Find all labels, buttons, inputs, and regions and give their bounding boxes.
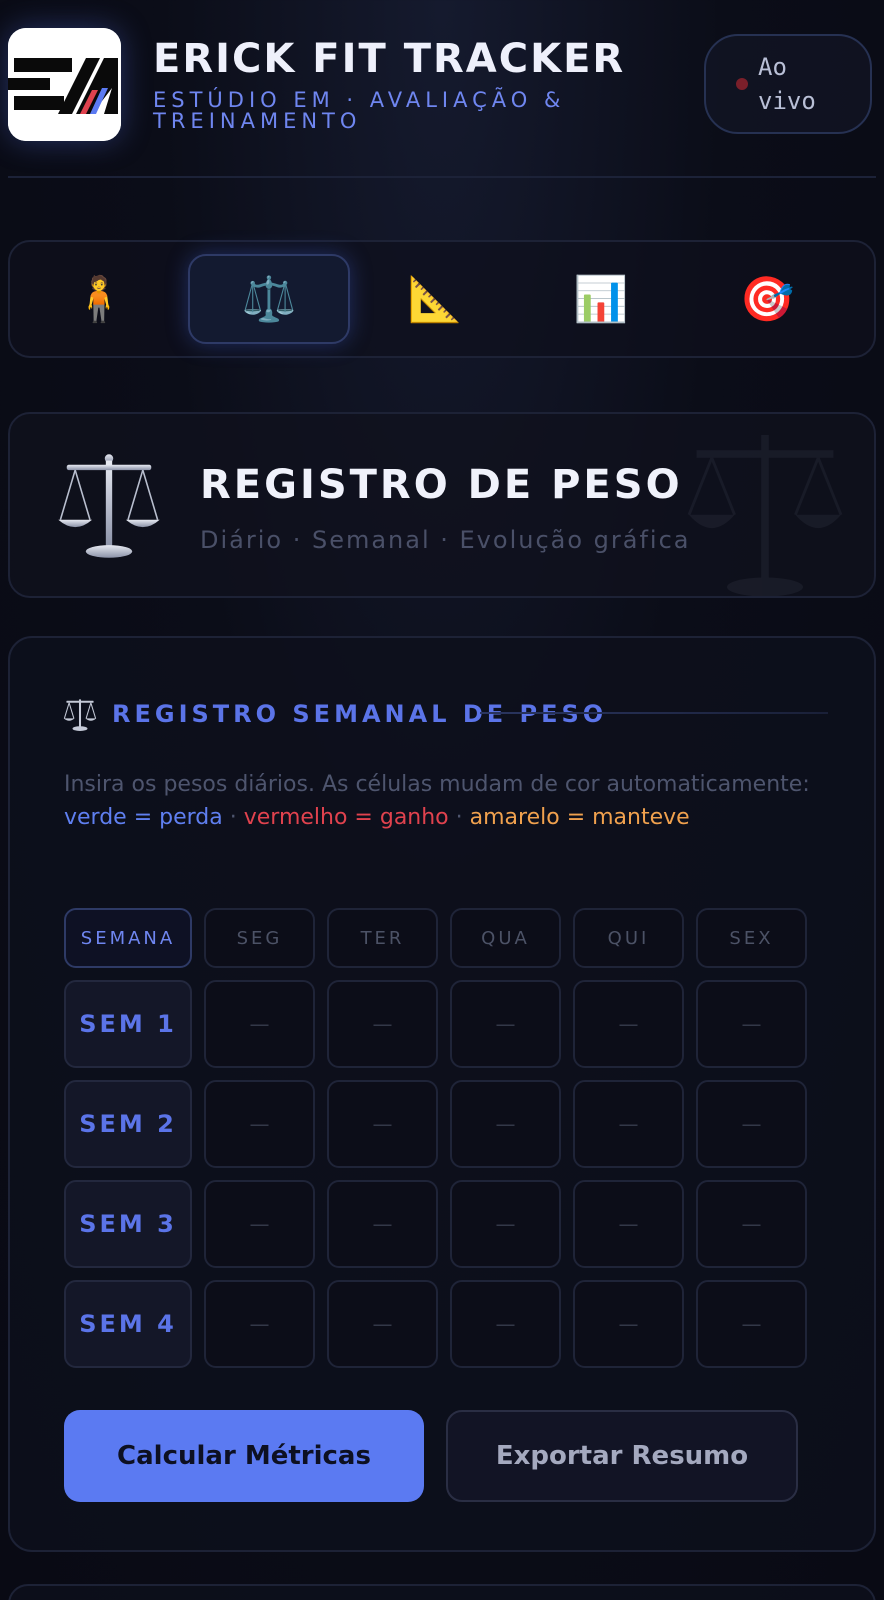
week-label: SEM 4 [64,1280,192,1368]
instructions-prefix: Insira os pesos diários. As células muda… [64,772,810,797]
column-header-sex: SEX [696,908,807,968]
column-header-qui: QUI [573,908,684,968]
title-divider [480,712,828,714]
weight-input-cell[interactable]: — [327,1180,438,1268]
tab-graficos[interactable]: 📊 [520,254,682,344]
table-row: SEM 4 — — — — — [64,1280,808,1368]
weight-input-cell[interactable]: — [327,1280,438,1368]
bar-chart-icon: 📊 [573,275,629,324]
tab-medidas[interactable]: 📐 [354,254,516,344]
tab-peso[interactable]: ⚖️ [188,254,350,344]
table-row: SEM 2 — — — — — [64,1080,808,1168]
legend-separator: · [448,805,470,830]
weight-input-cell[interactable]: — [327,1080,438,1168]
live-status-label: Ao vivo [758,53,816,115]
weight-input-cell[interactable]: — [450,1280,561,1368]
weight-input-cell[interactable]: — [450,1080,561,1168]
live-status-badge: Ao vivo [704,34,872,134]
section-subtitle: Diário · Semanal · Evolução gráfica [200,526,691,554]
triangle-ruler-icon: 📐 [407,275,463,324]
weekly-weight-card: REGISTRO SEMANAL DE PESO Insira os pesos… [8,636,876,1552]
weight-input-cell[interactable]: — [696,1280,807,1368]
week-label: SEM 2 [64,1080,192,1168]
weight-input-cell[interactable]: — [204,1180,315,1268]
table-row: SEM 1 — — — — — [64,980,808,1068]
weight-input-cell[interactable]: — [450,980,561,1068]
weight-input-cell[interactable]: — [573,1180,684,1268]
weight-input-cell[interactable]: — [204,1080,315,1168]
balance-scale-icon: ⚖️ [241,275,297,324]
weight-input-cell[interactable]: — [327,980,438,1068]
balance-scale-icon [63,699,97,731]
card-title: REGISTRO SEMANAL DE PESO [112,700,608,728]
table-row: SEM 3 — — — — — [64,1180,808,1268]
section-title: REGISTRO DE PESO [200,462,683,508]
weight-input-cell[interactable]: — [204,980,315,1068]
table-header: SEMANA SEG TER QUA QUI SEX [64,908,808,968]
legend-loss: verde = perda [64,805,223,830]
weight-input-cell[interactable]: — [696,980,807,1068]
section-hero: REGISTRO DE PESO Diário · Semanal · Evol… [8,412,876,598]
weight-input-cell[interactable]: — [573,1080,684,1168]
header-divider [8,176,876,178]
weight-input-cell[interactable]: — [696,1080,807,1168]
app-title: ERICK FIT TRACKER [153,36,626,82]
column-header-semana: SEMANA [64,908,192,968]
balance-scale-icon [58,454,160,558]
export-summary-button[interactable]: Exportar Resumo [446,1410,798,1502]
week-label: SEM 3 [64,1180,192,1268]
weight-input-cell[interactable]: — [204,1280,315,1368]
legend-kept: amarelo = manteve [469,805,690,830]
instructions-text: Insira os pesos diários. As células muda… [64,768,824,834]
app-subtitle: Estúdio EM · Avaliação & Treinamento [153,88,566,133]
live-dot-icon [736,78,748,90]
column-header-ter: TER [327,908,438,968]
next-section-card [8,1584,876,1600]
tab-metas[interactable]: 🎯 [686,254,848,344]
weight-input-cell[interactable]: — [450,1180,561,1268]
weight-input-cell[interactable]: — [573,1280,684,1368]
section-nav: 🧍 ⚖️ 📐 📊 🎯 [8,240,876,358]
calculate-metrics-button[interactable]: Calcular Métricas [64,1410,424,1502]
legend-separator: · [222,805,244,830]
weight-input-cell[interactable]: — [573,980,684,1068]
column-header-seg: SEG [204,908,315,968]
column-header-qua: QUA [450,908,561,968]
legend-gain: vermelho = ganho [243,805,449,830]
target-icon: 🎯 [739,275,795,324]
app-logo [8,28,121,141]
tab-avaliacao[interactable]: 🧍 [18,254,180,344]
scale-watermark-icon [687,435,843,596]
logo-em-icon [8,28,121,141]
week-label: SEM 1 [64,980,192,1068]
weight-input-cell[interactable]: — [696,1180,807,1268]
person-standing-icon: 🧍 [71,275,127,324]
app-header: ERICK FIT TRACKER Estúdio EM · Avaliação… [8,28,876,148]
